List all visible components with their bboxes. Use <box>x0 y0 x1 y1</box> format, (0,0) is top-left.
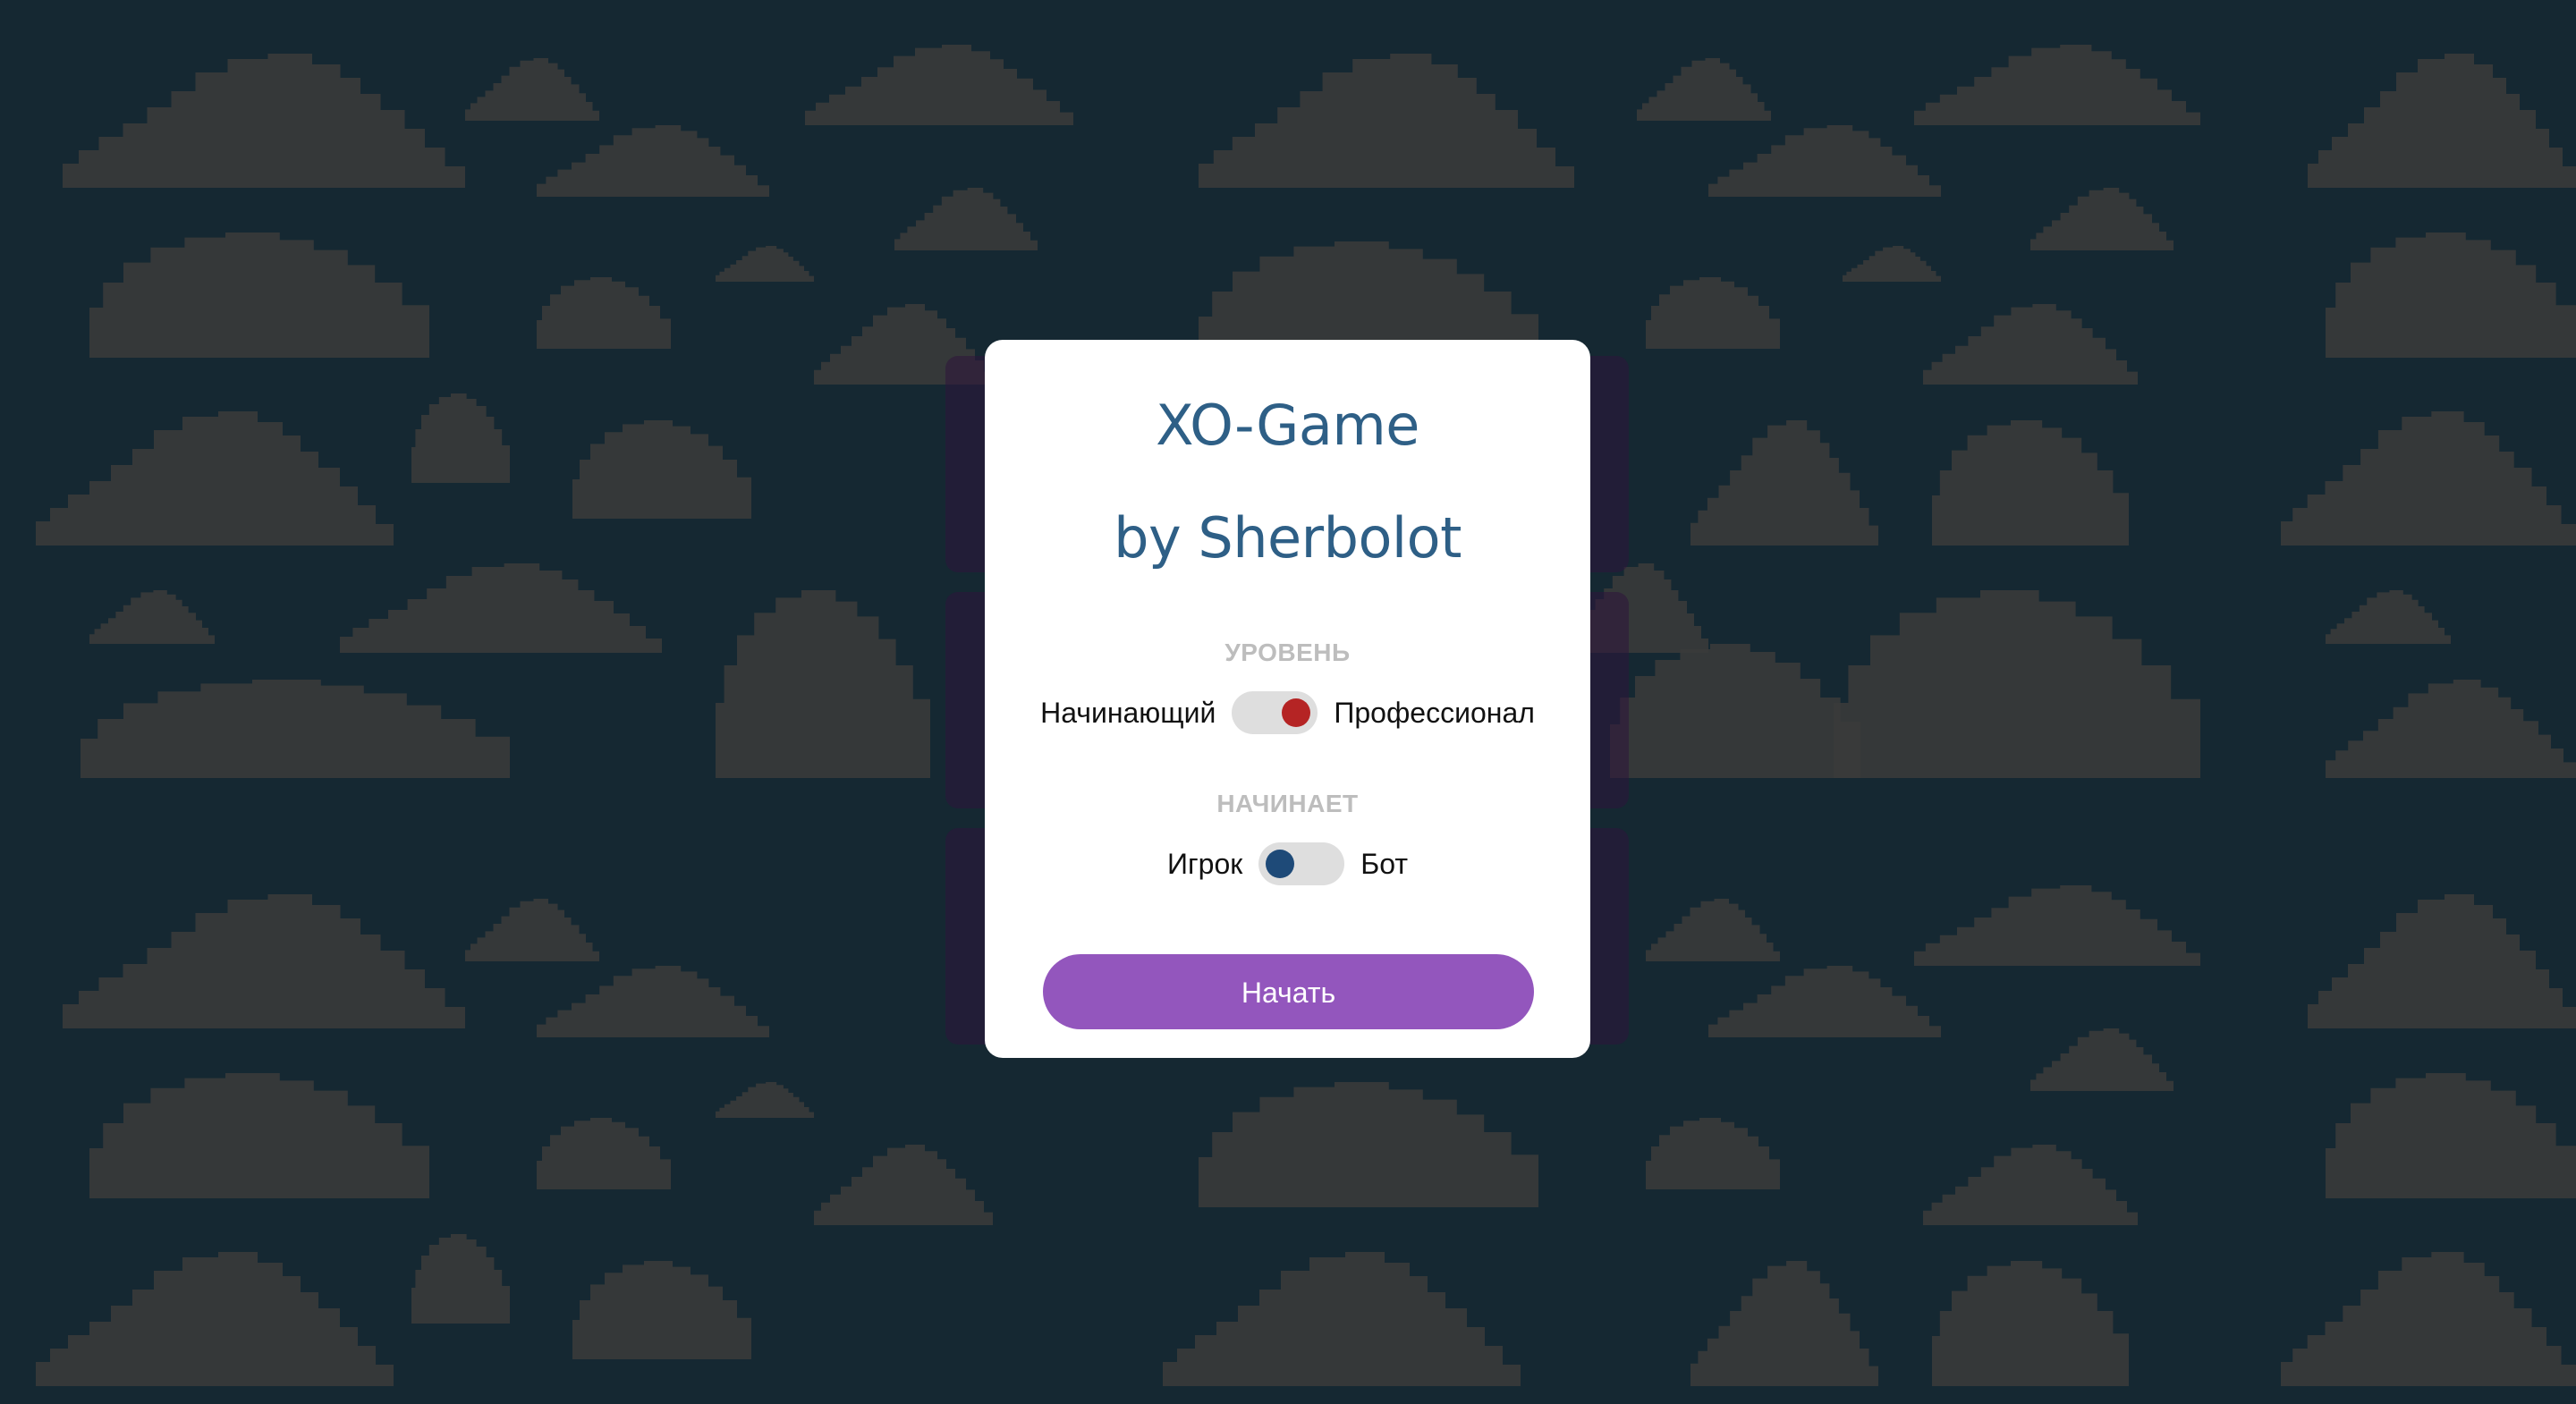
cloud-decoration <box>2030 1028 2174 1091</box>
cloud-decoration <box>1932 420 2129 546</box>
level-option-professional[interactable]: Профессионал <box>1334 697 1535 730</box>
cloud-decoration <box>36 411 394 546</box>
cloud-decoration <box>465 58 599 121</box>
cloud-decoration <box>80 680 510 778</box>
level-option-beginner[interactable]: Начинающий <box>1040 697 1216 730</box>
settings-modal: XO-Game by Sherbolot УРОВЕНЬ Начинающий … <box>985 340 1590 1058</box>
level-toggle-switch[interactable] <box>1232 691 1318 734</box>
cloud-decoration <box>814 1145 993 1225</box>
cloud-decoration <box>716 246 814 282</box>
cloud-decoration <box>2326 1073 2576 1198</box>
cloud-decoration <box>1646 277 1780 349</box>
cloud-decoration <box>89 590 215 644</box>
game-author: by Sherbolot <box>1114 505 1462 571</box>
cloud-decoration <box>411 393 510 483</box>
level-label: УРОВЕНЬ <box>1224 639 1351 666</box>
cloud-decoration <box>1834 590 2200 778</box>
start-button[interactable]: Начать <box>1043 954 1534 1029</box>
cloud-decoration <box>572 1261 751 1359</box>
cloud-decoration <box>1923 304 2138 385</box>
cloud-decoration <box>805 45 1073 125</box>
cloud-decoration <box>1914 45 2200 125</box>
cloud-decoration <box>1932 1261 2129 1386</box>
cloud-decoration <box>2030 188 2174 250</box>
cloud-decoration <box>894 188 1038 250</box>
cloud-decoration <box>63 54 465 188</box>
cloud-decoration <box>89 233 429 358</box>
first-move-option-bot[interactable]: Бот <box>1360 848 1408 881</box>
cloud-decoration <box>1708 966 1941 1037</box>
cloud-decoration <box>63 894 465 1028</box>
cloud-decoration <box>1914 885 2200 966</box>
cloud-decoration <box>716 1082 814 1118</box>
cloud-decoration <box>2281 411 2576 546</box>
first-move-option-player[interactable]: Игрок <box>1167 848 1242 881</box>
first-move-label: НАЧИНАЕТ <box>1216 790 1359 817</box>
level-toggle-knob <box>1282 698 1311 727</box>
cloud-decoration <box>1637 58 1771 121</box>
cloud-decoration <box>1610 644 1860 778</box>
cloud-decoration <box>2281 1252 2576 1386</box>
game-title: XO-Game <box>1156 393 1419 458</box>
cloud-decoration <box>2326 233 2576 358</box>
cloud-decoration <box>1199 54 1574 188</box>
cloud-decoration <box>1690 1261 1878 1386</box>
cloud-decoration <box>572 420 751 519</box>
cloud-decoration <box>1199 1082 1538 1207</box>
cloud-decoration <box>1843 246 1941 282</box>
cloud-decoration <box>537 1118 671 1189</box>
cloud-decoration <box>1163 1252 1521 1386</box>
first-move-toggle-knob <box>1266 850 1295 878</box>
cloud-decoration <box>537 125 769 197</box>
cloud-decoration <box>2308 894 2576 1028</box>
cloud-decoration <box>2326 590 2451 644</box>
cloud-decoration <box>537 277 671 349</box>
cloud-decoration <box>89 1073 429 1198</box>
cloud-decoration <box>1646 1118 1780 1189</box>
cloud-decoration <box>36 1252 394 1386</box>
cloud-decoration <box>716 590 930 778</box>
level-toggle-row: Начинающий Профессионал <box>985 690 1590 735</box>
cloud-decoration <box>340 563 662 653</box>
cloud-decoration <box>1923 1145 2138 1225</box>
cloud-decoration <box>2308 54 2576 188</box>
cloud-decoration <box>1646 899 1780 961</box>
first-move-toggle-row: Игрок Бот <box>985 842 1590 886</box>
cloud-decoration <box>465 899 599 961</box>
cloud-decoration <box>1708 125 1941 197</box>
cloud-decoration <box>2326 680 2576 778</box>
cloud-decoration <box>537 966 769 1037</box>
cloud-decoration <box>411 1234 510 1324</box>
cloud-decoration <box>1690 420 1878 546</box>
first-move-toggle-switch[interactable] <box>1258 842 1345 885</box>
